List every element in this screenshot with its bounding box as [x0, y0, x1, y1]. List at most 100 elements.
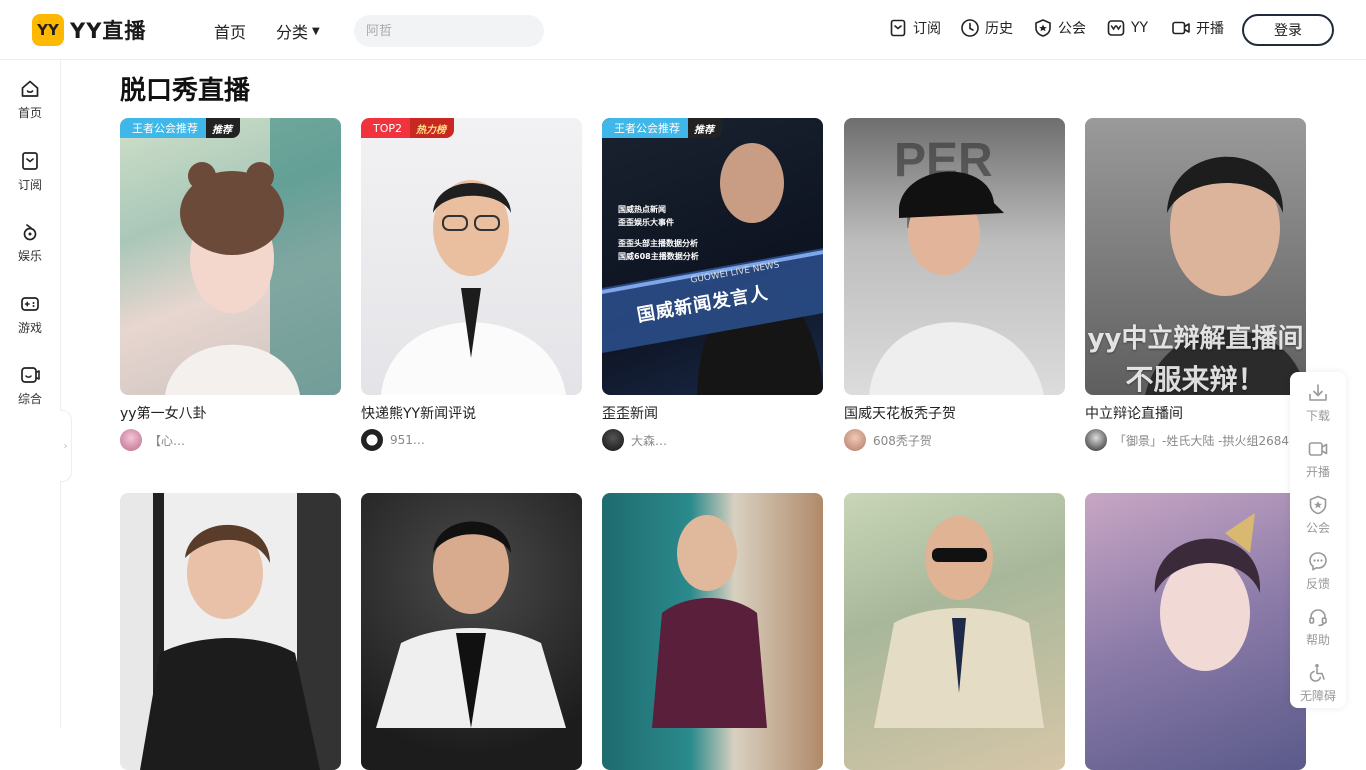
- stream-thumbnail[interactable]: [844, 493, 1065, 770]
- card-title[interactable]: yy第一女八卦: [120, 403, 341, 423]
- streamer-name[interactable]: 大森…: [631, 432, 667, 449]
- poster-line: 国威热点新闻: [618, 205, 666, 214]
- nav-home[interactable]: 首页: [214, 19, 246, 43]
- float-download[interactable]: 下载: [1290, 382, 1346, 434]
- badge-label: TOP2: [361, 118, 411, 138]
- nav-guild-label: 公会: [1058, 21, 1086, 37]
- sidebar-item-subscribe[interactable]: 订阅: [0, 150, 60, 206]
- camera-icon: [1308, 442, 1328, 456]
- avatar[interactable]: [120, 429, 142, 451]
- sidebar-item-label: 游戏: [17, 321, 42, 335]
- sidebar-item-general[interactable]: 综合: [0, 364, 60, 420]
- stream-thumbnail[interactable]: 国威热点新闻 歪歪娱乐大事件 歪歪头部主播数据分析 国威608主播数据分析 GU…: [602, 118, 823, 395]
- headset-icon: [1309, 609, 1327, 627]
- avatar[interactable]: [1085, 429, 1107, 451]
- card-title[interactable]: 国威天花板秃子贺: [844, 403, 1065, 423]
- float-feedback[interactable]: 反馈: [1290, 550, 1346, 602]
- avatar[interactable]: [361, 429, 383, 451]
- card-meta: 951…: [361, 429, 582, 451]
- live-card[interactable]: 国威热点新闻 歪歪娱乐大事件 歪歪头部主播数据分析 国威608主播数据分析 GU…: [602, 118, 823, 451]
- recommend-badge: 王者公会推荐 推荐: [120, 118, 240, 138]
- poster-line: 国威608主播数据分析: [618, 252, 699, 261]
- avatar[interactable]: [844, 429, 866, 451]
- live-card[interactable]: [602, 493, 823, 770]
- nav-category-label: 分类: [276, 23, 309, 42]
- streamer-name[interactable]: 608秃子贺: [873, 432, 932, 449]
- float-broadcast[interactable]: 开播: [1290, 438, 1346, 490]
- float-help[interactable]: 帮助: [1290, 606, 1346, 658]
- nav-broadcast-label: 开播: [1196, 21, 1224, 37]
- sidebar-item-label: 娱乐: [17, 249, 42, 263]
- left-sidebar: 首页 订阅 娱乐 游戏 综合 ›: [0, 60, 72, 728]
- live-card[interactable]: [120, 493, 341, 770]
- stream-thumbnail[interactable]: PER RO: [844, 118, 1065, 395]
- top-badge: TOP2 热力榜: [361, 118, 455, 138]
- nav-yy-label: YY: [1131, 20, 1149, 36]
- live-card[interactable]: 王者公会推荐 推荐 yy第一女八卦 【心…: [120, 118, 341, 451]
- search-input[interactable]: [366, 23, 536, 39]
- clock-icon: [961, 19, 979, 37]
- live-card[interactable]: [361, 493, 582, 770]
- float-label: 帮助: [1305, 633, 1330, 647]
- live-card[interactable]: TOP2 热力榜 快递熊YY新闻评说 951…: [361, 118, 582, 451]
- sidebar-item-label: 订阅: [17, 178, 42, 192]
- video-camera-icon: [1172, 21, 1190, 35]
- stream-thumbnail[interactable]: [120, 493, 341, 770]
- nav-history[interactable]: 历史: [960, 18, 1013, 38]
- sidebar-item-home[interactable]: 首页: [0, 78, 60, 134]
- float-guild[interactable]: 公会: [1290, 494, 1346, 546]
- live-card[interactable]: [844, 493, 1065, 770]
- feedback-icon: [1309, 552, 1327, 571]
- poster-line: 歪歪头部主播数据分析: [618, 239, 698, 248]
- nav-subscribe[interactable]: 订阅: [888, 18, 941, 38]
- avatar[interactable]: [602, 429, 624, 451]
- home-icon: [21, 80, 39, 97]
- nav-yy[interactable]: YY: [1106, 18, 1148, 38]
- live-card[interactable]: [1085, 493, 1306, 770]
- nav-broadcast[interactable]: 开播: [1171, 18, 1224, 38]
- yy-logo[interactable]: YY YY直播: [32, 14, 146, 46]
- sidebar-item-games[interactable]: 游戏: [0, 293, 60, 349]
- float-label: 反馈: [1305, 577, 1330, 591]
- guild-icon: [1035, 19, 1051, 37]
- bookmark-icon: [890, 19, 906, 37]
- sidebar-item-label: 首页: [17, 106, 42, 120]
- logo-badge: YY: [32, 14, 64, 46]
- badge-tag: 推荐: [688, 118, 722, 138]
- chevron-down-icon: ▼: [312, 25, 320, 37]
- stream-thumbnail[interactable]: [602, 493, 823, 770]
- streamer-name[interactable]: 「御景」-姓氏大陆 -拱火组2684: [1114, 432, 1289, 449]
- stream-thumbnail[interactable]: [1085, 493, 1306, 770]
- poster-line: 歪歪娱乐大事件: [618, 218, 674, 227]
- stream-thumbnail[interactable]: TOP2 热力榜: [361, 118, 582, 395]
- stream-thumbnail[interactable]: yy中立辩解直播间 不服来辩！: [1085, 118, 1306, 395]
- float-label: 无障碍: [1299, 689, 1336, 703]
- login-button[interactable]: 登录: [1242, 14, 1334, 46]
- bookmark-icon: [22, 152, 38, 170]
- card-meta: 「御景」-姓氏大陆 -拱火组2684: [1085, 429, 1306, 451]
- live-card[interactable]: PER RO 国威天花板秃子贺 608秃子贺: [844, 118, 1065, 451]
- streamer-name[interactable]: 951…: [390, 433, 425, 447]
- sidebar-collapse-toggle[interactable]: ›: [60, 410, 72, 482]
- poster-lines: 国威热点新闻 歪歪娱乐大事件 歪歪头部主播数据分析 国威608主播数据分析: [618, 203, 699, 263]
- sidebar-item-entertainment[interactable]: 娱乐: [0, 221, 60, 277]
- nav-category[interactable]: 分类 ▼: [276, 19, 320, 43]
- logo-text: YY直播: [70, 19, 147, 43]
- card-title[interactable]: 中立辩论直播间: [1085, 403, 1306, 423]
- entertainment-icon: [23, 224, 37, 241]
- live-card[interactable]: yy中立辩解直播间 不服来辩！ 中立辩论直播间 「御景」-姓氏大陆 -拱火组26…: [1085, 118, 1306, 451]
- card-title[interactable]: 歪歪新闻: [602, 403, 823, 423]
- download-icon: [1309, 384, 1327, 401]
- recommend-badge: 王者公会推荐 推荐: [602, 118, 722, 138]
- float-accessibility[interactable]: 无障碍: [1290, 662, 1346, 714]
- stream-thumbnail[interactable]: 王者公会推荐 推荐: [120, 118, 341, 395]
- nav-guild[interactable]: 公会: [1033, 18, 1086, 38]
- float-label: 开播: [1305, 465, 1330, 479]
- streamer-name[interactable]: 【心…: [149, 432, 185, 449]
- stream-thumbnail[interactable]: [361, 493, 582, 770]
- float-label: 下载: [1305, 409, 1330, 423]
- card-title[interactable]: 快递熊YY新闻评说: [361, 403, 582, 423]
- yy-icon: [1107, 20, 1125, 36]
- poster-overlay-line: 不服来辩！: [1125, 363, 1266, 395]
- streamer-photo: [381, 180, 566, 395]
